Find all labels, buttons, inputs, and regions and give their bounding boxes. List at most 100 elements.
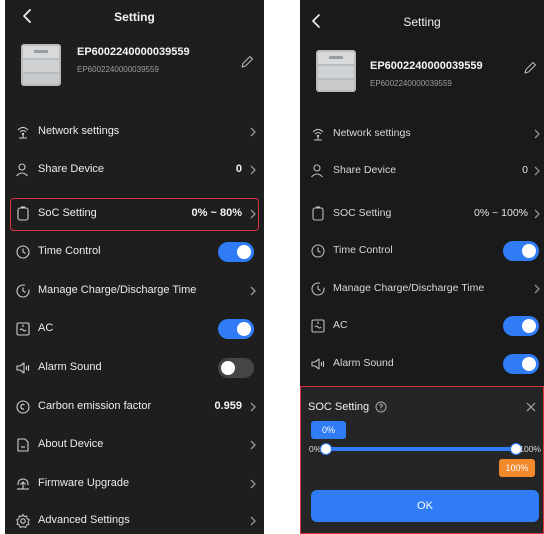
row-network-settings[interactable]: Network settings xyxy=(300,116,544,152)
time-control-toggle[interactable] xyxy=(503,241,539,261)
battery-icon xyxy=(17,206,29,221)
row-about-device[interactable]: About Device xyxy=(5,427,264,463)
page-title: Setting xyxy=(403,15,441,29)
device-card[interactable]: EP6002240000039559 EP6002240000039559 xyxy=(5,34,264,94)
row-label: Network settings xyxy=(38,125,120,137)
device-name: EP6002240000039559 xyxy=(77,46,190,58)
ac-icon xyxy=(16,322,30,336)
row-label: Alarm Sound xyxy=(38,361,102,373)
schedule-icon xyxy=(16,284,30,298)
header: Setting xyxy=(300,5,544,39)
row-label: Share Device xyxy=(38,163,105,175)
soc-setting-dialog: SOC Setting 0% 0% 100% 100% OK xyxy=(300,386,544,534)
help-icon[interactable] xyxy=(375,401,387,413)
gear-icon xyxy=(16,514,30,528)
row-label: Network settings xyxy=(333,127,411,139)
row-label: Advanced Settings xyxy=(38,514,130,526)
row-label: Share Device xyxy=(333,164,397,176)
row-label: SoC Setting xyxy=(38,207,97,219)
row-label: Alarm Sound xyxy=(333,357,394,369)
network-icon xyxy=(17,126,29,139)
battery-icon xyxy=(312,206,324,221)
row-ac[interactable]: AC xyxy=(300,308,544,344)
soc-range-slider-track[interactable] xyxy=(326,447,516,451)
toggle-knob xyxy=(522,244,536,258)
chevron-right-icon xyxy=(250,516,256,526)
page-title: Setting xyxy=(114,10,155,24)
settings-screen-left: Setting EP6002240000039559 EP60022400000… xyxy=(5,0,264,534)
device-serial: EP6002240000039559 xyxy=(370,79,452,88)
share-device-icon xyxy=(311,164,323,178)
row-firmware-upgrade[interactable]: Firmware Upgrade xyxy=(5,466,264,502)
row-label: AC xyxy=(38,322,54,334)
chevron-right-icon xyxy=(534,166,540,176)
header: Setting xyxy=(5,0,264,34)
chevron-right-icon xyxy=(534,209,540,219)
edit-icon[interactable] xyxy=(239,54,255,70)
speaker-icon xyxy=(16,362,30,374)
slider-max-label: 100% xyxy=(519,444,541,454)
row-network-settings[interactable]: Network settings xyxy=(5,114,264,150)
toggle-knob xyxy=(221,361,235,375)
chevron-right-icon xyxy=(250,165,256,175)
device-card[interactable]: EP6002240000039559 EP6002240000039559 xyxy=(300,40,544,100)
row-alarm-sound[interactable]: Alarm Sound xyxy=(5,350,264,386)
back-arrow-icon[interactable] xyxy=(19,7,37,25)
ac-toggle[interactable] xyxy=(218,319,254,339)
ok-button[interactable]: OK xyxy=(311,490,539,522)
network-icon xyxy=(312,128,324,141)
row-time-control[interactable]: Time Control xyxy=(300,233,544,269)
carbon-factor-value: 0.959 xyxy=(214,400,242,412)
soc-range-value: 0% ~ 100% xyxy=(474,207,528,219)
about-icon xyxy=(17,438,29,452)
row-label: Firmware Upgrade xyxy=(38,477,130,489)
row-ac[interactable]: AC xyxy=(5,311,264,347)
chevron-right-icon xyxy=(250,440,256,450)
share-count: 0 xyxy=(522,164,528,176)
row-soc-setting[interactable]: SoC Setting 0% ~ 80% xyxy=(5,196,264,232)
clock-icon xyxy=(16,245,30,259)
row-share-device[interactable]: Share Device 0 xyxy=(5,152,264,188)
device-serial: EP6002240000039559 xyxy=(77,65,159,74)
chevron-right-icon xyxy=(250,479,256,489)
row-alarm-sound[interactable]: Alarm Sound xyxy=(300,346,544,382)
row-time-control[interactable]: Time Control xyxy=(5,234,264,270)
ac-toggle[interactable] xyxy=(503,316,539,336)
close-icon[interactable] xyxy=(526,402,536,412)
row-manage-charge-discharge-time[interactable]: Manage Charge/Discharge Time xyxy=(5,273,264,309)
share-count: 0 xyxy=(235,163,242,175)
row-carbon-emission-factor[interactable]: Carbon emission factor 0.959 xyxy=(5,389,264,425)
share-device-icon xyxy=(16,163,28,177)
time-control-toggle[interactable] xyxy=(218,242,254,262)
schedule-icon xyxy=(311,282,325,296)
device-name: EP6002240000039559 xyxy=(370,60,483,72)
row-share-device[interactable]: Share Device 0 xyxy=(300,153,544,189)
row-label: AC xyxy=(333,319,348,331)
edit-icon[interactable] xyxy=(522,60,538,76)
row-label: SOC Setting xyxy=(333,207,392,219)
alarm-sound-toggle[interactable] xyxy=(503,354,539,374)
chevron-right-icon xyxy=(250,402,256,412)
row-soc-setting[interactable]: SOC Setting 0% ~ 100% xyxy=(300,196,544,232)
alarm-sound-toggle[interactable] xyxy=(218,358,254,378)
back-arrow-icon[interactable] xyxy=(308,12,326,30)
row-label: Manage Charge/Discharge Time xyxy=(333,282,485,294)
dialog-title: SOC Setting xyxy=(308,401,370,413)
row-label: About Device xyxy=(38,438,104,450)
row-advanced-settings[interactable]: Advanced Settings xyxy=(5,503,264,534)
upgrade-icon xyxy=(17,478,29,490)
slider-min-handle[interactable] xyxy=(320,443,332,455)
battery-device-image xyxy=(316,50,356,92)
row-label: Carbon emission factor xyxy=(38,400,152,412)
row-manage-charge-discharge-time[interactable]: Manage Charge/Discharge Time xyxy=(300,271,544,307)
toggle-knob xyxy=(237,322,251,336)
battery-device-image xyxy=(21,44,61,86)
toggle-knob xyxy=(237,245,251,259)
toggle-knob xyxy=(522,319,536,333)
chevron-right-icon xyxy=(250,127,256,137)
min-value-bubble: 0% xyxy=(311,421,346,439)
carbon-icon xyxy=(16,400,30,414)
chevron-right-icon xyxy=(534,284,540,294)
settings-screen-right: Setting EP6002240000039559 EP60022400000… xyxy=(300,0,544,534)
chevron-right-icon xyxy=(534,129,540,139)
